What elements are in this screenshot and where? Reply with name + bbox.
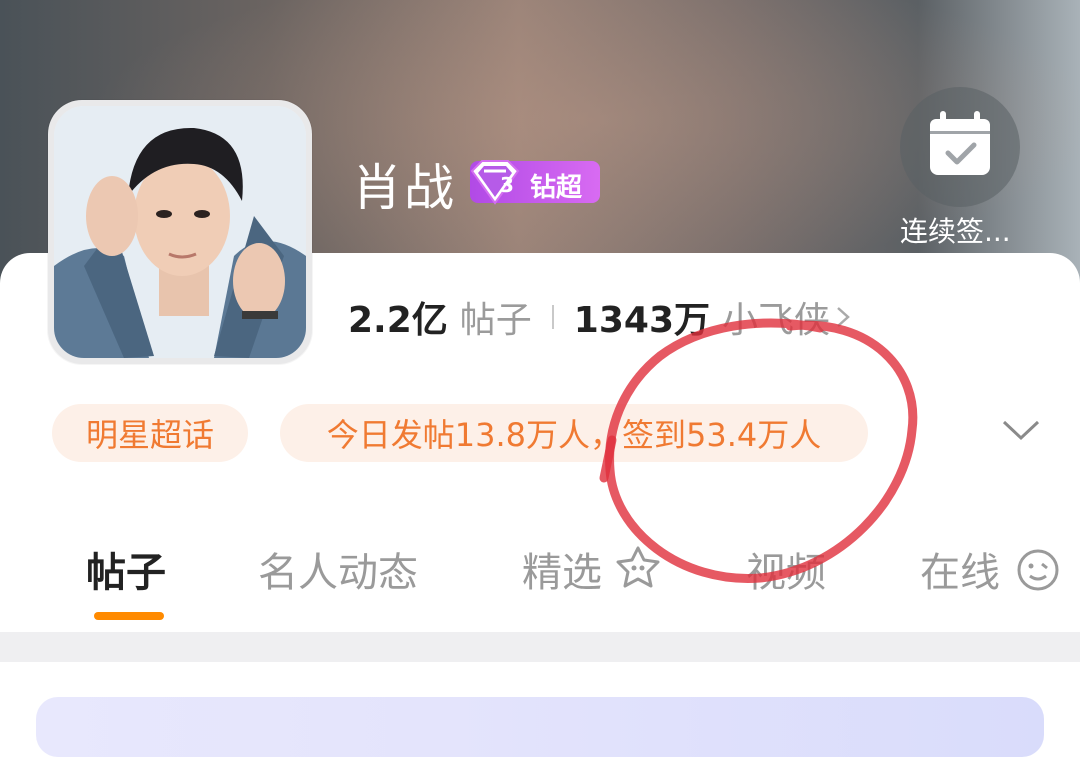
badge-label: 钻超 xyxy=(530,173,583,203)
tab-posts[interactable]: 帖子 xyxy=(86,540,166,598)
feed-banner[interactable] xyxy=(36,697,1044,757)
smiley-icon xyxy=(1017,549,1059,591)
avatar[interactable] xyxy=(48,100,312,364)
red-annotation-circle xyxy=(599,318,918,583)
active-tab-indicator xyxy=(94,612,164,620)
level-badge[interactable]: 3 钻超 xyxy=(470,160,600,205)
calendar-check-icon xyxy=(930,111,990,175)
stats-divider xyxy=(551,305,554,329)
chevron-down-icon[interactable] xyxy=(1000,414,1042,444)
posts-label: 帖子 xyxy=(459,300,532,341)
badge-level: 3 xyxy=(500,173,514,197)
section-divider xyxy=(0,632,1080,662)
avatar-photo xyxy=(54,106,306,358)
posts-count: 2.2亿 xyxy=(348,300,448,341)
checkin-label[interactable]: 连续签... xyxy=(900,210,1030,250)
tab-online-label: 在线 xyxy=(920,550,1000,596)
tab-online[interactable]: 在线 xyxy=(920,540,1000,598)
tab-celebrity-updates[interactable]: 名人动态 xyxy=(258,540,418,598)
category-pill[interactable]: 明星超话 xyxy=(52,404,248,462)
page-title: 肖战 xyxy=(352,159,456,217)
checkin-button[interactable] xyxy=(900,87,1020,207)
